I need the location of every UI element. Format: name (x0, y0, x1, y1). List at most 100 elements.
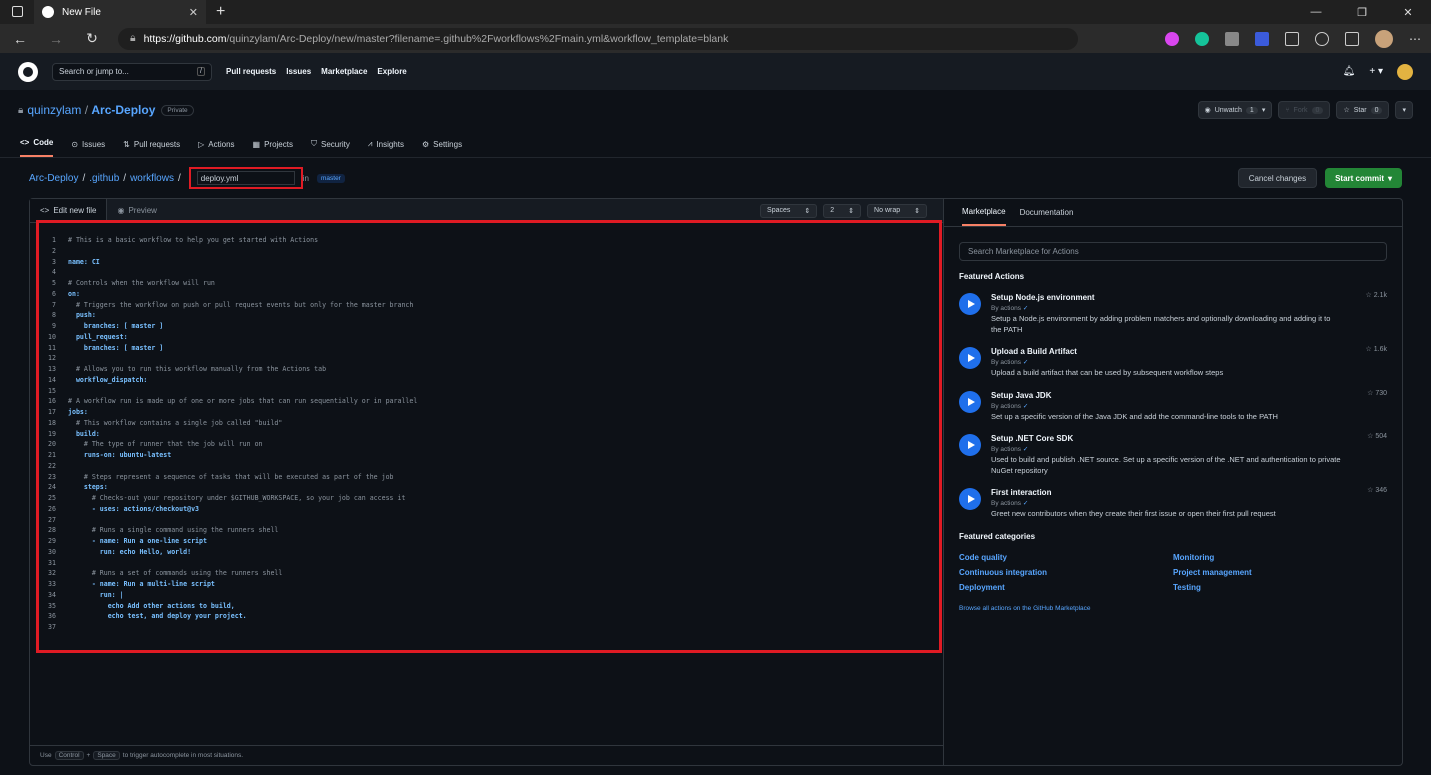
line-number: 9 (52, 322, 56, 330)
close-tab-icon[interactable]: ✕ (189, 6, 198, 19)
tab-settings[interactable]: ⚙ Settings (422, 140, 462, 157)
star-list-dropdown[interactable]: ▾ (1395, 101, 1413, 119)
user-avatar-icon[interactable] (1397, 63, 1413, 80)
address-bar-row: ← → ↻ 🔒︎ https://github.com/quinzylam/Ar… (0, 24, 1431, 53)
back-icon[interactable]: ← (10, 31, 30, 47)
browser-tab[interactable]: New File ✕ (34, 0, 206, 24)
window-close-icon[interactable]: ✕ (1385, 0, 1431, 24)
code-line: 12 (42, 353, 417, 364)
nav-marketplace[interactable]: Marketplace (321, 67, 367, 76)
action-name[interactable]: Setup .NET Core SDK (991, 434, 1341, 443)
featured-action-item[interactable]: Setup Node.js environment By actions ✓ Set… (959, 292, 1387, 335)
nav-issues[interactable]: Issues (286, 67, 311, 76)
tab-insights[interactable]: ⩘ Insights (368, 139, 404, 157)
verified-check-icon: ✓ (1022, 446, 1029, 453)
main-area: <> Edit new file ◉ Preview Spaces ⇕ 2 ⇕ No w… (29, 198, 1403, 766)
tab-marketplace[interactable]: Marketplace (962, 199, 1006, 226)
action-name[interactable]: First interaction (991, 488, 1341, 497)
extensions-puzzle-icon[interactable] (1285, 31, 1299, 46)
category-link[interactable]: Continuous integration (959, 568, 1173, 577)
nav-explore[interactable]: Explore (377, 67, 406, 76)
filename-input[interactable]: deploy.yml (196, 171, 295, 185)
category-link[interactable]: Testing (1173, 583, 1373, 592)
marketplace-search-input[interactable]: Search Marketplace for Actions (959, 242, 1387, 261)
category-link[interactable]: Deployment (959, 583, 1173, 592)
breadcrumb-github-dir[interactable]: .github (89, 173, 119, 184)
featured-action-item[interactable]: First interaction By actions ✓ Greet new c… (959, 487, 1387, 520)
tab-edit-label: Edit new file (53, 206, 97, 215)
fork-button[interactable]: ⑂ Fork 0 (1278, 101, 1331, 119)
action-description: Upload a build artifact that can be used… (991, 368, 1224, 377)
nav-pull-requests[interactable]: Pull requests (226, 67, 276, 76)
line-number: 7 (52, 300, 56, 309)
reload-icon[interactable]: ↻ (82, 30, 102, 47)
url-field[interactable]: 🔒︎ https://github.com/quinzylam/Arc-Depl… (118, 27, 1078, 50)
tab-actions[interactable]: ▷ Actions (198, 140, 234, 157)
repo-owner-link[interactable]: quinzylam (27, 103, 81, 117)
pull-request-icon: ⇅ (123, 140, 130, 149)
collections-icon[interactable] (1345, 31, 1359, 46)
github-logo-icon[interactable] (18, 61, 38, 82)
maximize-icon[interactable]: ❐ (1339, 0, 1385, 24)
line-text: # This is a basic workflow to help you g… (68, 236, 319, 244)
wrap-mode-value: No wrap (874, 207, 901, 214)
line-text: runs-on: ubuntu-latest (68, 451, 172, 459)
category-link[interactable]: Project management (1173, 568, 1373, 577)
create-new-icon[interactable]: + ▾ (1369, 66, 1383, 77)
profile-avatar-icon[interactable] (1375, 29, 1393, 48)
favorites-icon[interactable] (1315, 31, 1329, 46)
start-commit-button[interactable]: Start commit ▾ (1325, 168, 1402, 188)
category-link[interactable]: Code quality (959, 553, 1173, 562)
action-name[interactable]: Setup Node.js environment (991, 293, 1341, 302)
lock-icon: 🔒︎ (130, 32, 136, 44)
tab-issues[interactable]: ⊙ Issues (71, 140, 105, 157)
footer-hint: to trigger autocomplete in most situatio… (122, 752, 244, 759)
indent-mode-select[interactable]: Spaces ⇕ (760, 203, 818, 218)
code-line: 17 jobs: (42, 407, 417, 418)
repo-name-link[interactable]: Arc-Deploy (91, 103, 155, 117)
indent-size-select[interactable]: 2 ⇕ (823, 203, 862, 218)
line-number: 18 (48, 418, 56, 427)
tab-actions-icon[interactable] (12, 6, 23, 17)
new-tab-icon[interactable]: + (216, 3, 225, 21)
featured-action-item[interactable]: Setup .NET Core SDK By actions ✓ Used to b… (959, 433, 1387, 476)
search-input[interactable]: Search or jump to... / (52, 62, 212, 81)
eye-icon: ◉ (117, 206, 125, 215)
breadcrumb-root[interactable]: Arc-Deploy (29, 173, 78, 184)
category-link[interactable]: Monitoring (1173, 553, 1373, 562)
line-number: 26 (48, 504, 56, 513)
extension-icon[interactable] (1255, 31, 1269, 46)
wrap-mode-select[interactable]: No wrap ⇕ (867, 203, 927, 218)
grammarly-icon[interactable] (1195, 31, 1209, 46)
featured-action-item[interactable]: Upload a Build Artifact By actions ✓ Uploa… (959, 346, 1387, 379)
issue-icon: ⊙ (71, 140, 79, 149)
breadcrumb-workflows-dir[interactable]: workflows (130, 173, 174, 184)
extension-icon[interactable] (1165, 31, 1179, 46)
action-name[interactable]: Setup Java JDK (991, 391, 1341, 400)
extension-icon[interactable] (1225, 31, 1239, 46)
action-name[interactable]: Upload a Build Artifact (991, 347, 1341, 356)
tab-security[interactable]: ⛉ Security (311, 139, 350, 157)
forward-icon[interactable]: → (46, 31, 66, 47)
tab-edit-new-file[interactable]: <> Edit new file (30, 199, 108, 222)
code-area[interactable]: 1 # This is a basic workflow to help you … (42, 235, 417, 633)
breadcrumb-separator: / (82, 172, 86, 184)
star-button[interactable]: ☆ Star 0 (1336, 101, 1390, 119)
tab-preview[interactable]: ◉ Preview (107, 199, 166, 222)
tab-documentation[interactable]: Documentation (1020, 200, 1074, 225)
line-number: 23 (48, 472, 56, 481)
tab-pull-requests[interactable]: ⇅ Pull requests (123, 140, 180, 157)
cancel-changes-button[interactable]: Cancel changes (1237, 168, 1318, 188)
tab-projects[interactable]: ▦ Projects (253, 140, 293, 157)
verified-check-icon: ✓ (1022, 305, 1029, 312)
url-path: /quinzylam/Arc-Deploy/new/master?filenam… (226, 32, 729, 45)
featured-action-item[interactable]: Setup Java JDK By actions ✓ Set up a speci… (959, 390, 1387, 423)
line-number: 31 (48, 558, 56, 567)
more-menu-icon[interactable]: ⋯ (1409, 32, 1421, 46)
unwatch-button[interactable]: ◉ Unwatch 1 ▾ (1197, 101, 1273, 119)
tab-code[interactable]: <> Code (20, 138, 54, 157)
line-text: build: (68, 429, 100, 438)
browse-marketplace-link[interactable]: Browse all actions on the GitHub Marketp… (959, 605, 1387, 612)
notification-bell-icon[interactable]: 🔔︎ (1343, 66, 1356, 77)
minimize-icon[interactable]: — (1293, 0, 1339, 24)
